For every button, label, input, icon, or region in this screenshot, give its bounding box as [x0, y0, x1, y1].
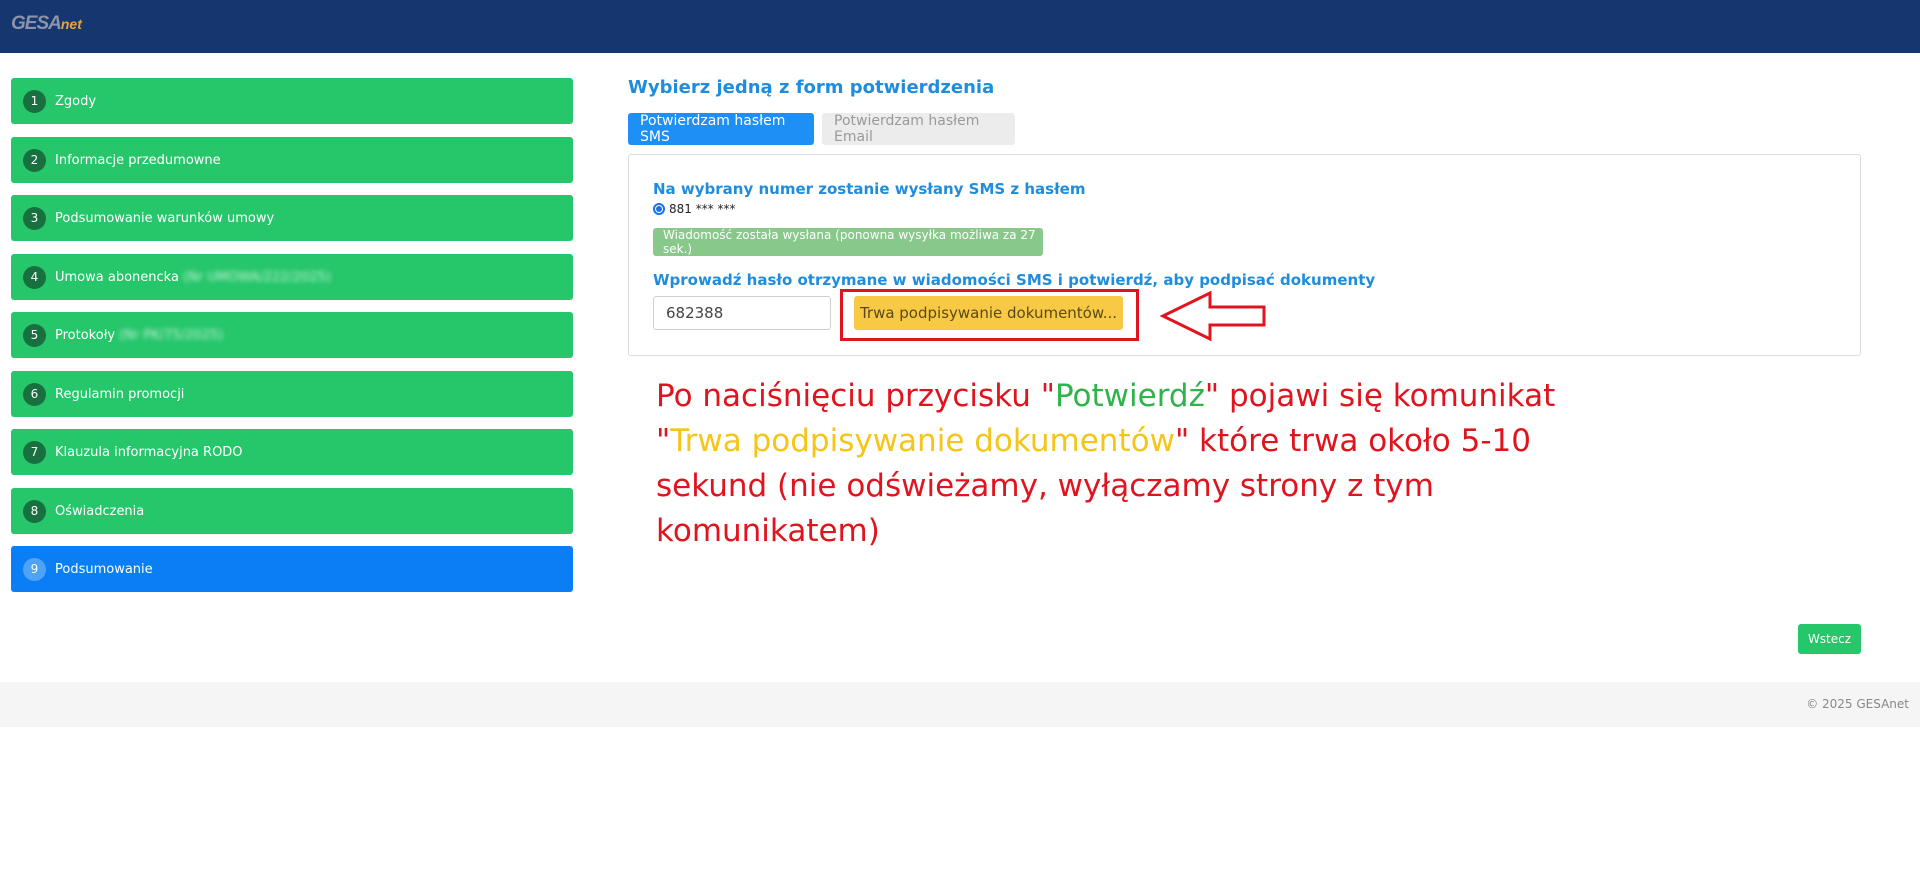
top-navbar: GESAnet — [0, 0, 1920, 53]
step-number: 9 — [23, 557, 46, 581]
annotation-signing-word: Trwa podpisywanie dokumentów — [670, 423, 1175, 459]
step-label: Umowa abonencka — [55, 269, 179, 285]
sms-sent-badge: Wiadomość została wysłana (ponowna wysył… — [653, 228, 1043, 256]
step-label: Regulamin promocji — [55, 386, 185, 402]
annotation-arrow-icon — [1160, 290, 1266, 342]
radio-selected-icon[interactable] — [653, 203, 665, 215]
tab-sms-confirm[interactable]: Potwierdzam hasłem SMS — [628, 113, 814, 145]
annotation-confirm-word: Potwierdź — [1054, 378, 1205, 414]
logo-suffix-text: net — [60, 16, 82, 32]
step-label: Zgody — [55, 93, 97, 109]
logo-main-text: GESA — [11, 13, 62, 34]
protocol-number-blurred: (Nr PK/75/2025) — [119, 327, 224, 343]
step-klauzula-rodo[interactable]: 7 Klauzula informacyjna RODO — [11, 429, 573, 475]
step-label: Podsumowanie warunków umowy — [55, 210, 275, 226]
step-number: 4 — [23, 265, 46, 289]
highlight-box — [840, 289, 1139, 341]
copyright-text: © 2025 GESAnet — [1806, 697, 1909, 711]
step-label: Informacje przedumowne — [55, 152, 221, 168]
step-oswiadczenia[interactable]: 8 Oświadczenia — [11, 488, 573, 534]
code-label: Wprowadź hasło otrzymane w wiadomości SM… — [653, 271, 1376, 289]
annotation-part1: Po naciśnięciu przycisku " — [656, 378, 1055, 414]
step-number: 6 — [23, 382, 46, 406]
step-informacje-przedumowne[interactable]: 2 Informacje przedumowne — [11, 137, 573, 183]
annotation-text: Po naciśnięciu przycisku "Potwierdź" poj… — [656, 374, 1556, 554]
step-label: Protokoły — [55, 327, 116, 343]
back-button[interactable]: Wstecz — [1798, 624, 1861, 654]
step-protokoly[interactable]: 5 Protokoły (Nr PK/75/2025) — [11, 312, 573, 358]
step-number: 5 — [23, 323, 46, 347]
sms-info-label: Na wybrany numer zostanie wysłany SMS z … — [653, 180, 1086, 198]
phone-number: 881 *** *** — [669, 202, 736, 216]
sms-code-input[interactable] — [653, 296, 831, 330]
step-number: 1 — [23, 89, 46, 113]
step-zgody[interactable]: 1 Zgody — [11, 78, 573, 124]
step-regulamin-promocji[interactable]: 6 Regulamin promocji — [11, 371, 573, 417]
step-number: 2 — [23, 148, 46, 172]
page-title: Wybierz jedną z form potwierdzenia — [628, 77, 995, 98]
tab-email-confirm[interactable]: Potwierdzam hasłem Email — [822, 113, 1015, 145]
phone-option[interactable]: 881 *** *** — [653, 202, 736, 216]
footer: © 2025 GESAnet — [0, 682, 1920, 727]
step-number: 7 — [23, 440, 46, 464]
step-number: 8 — [23, 499, 46, 523]
gesanet-logo[interactable]: GESAnet — [11, 13, 82, 35]
contract-number-blurred: (Nr UMOWA/222/2025) — [182, 269, 331, 285]
step-label: Klauzula informacyjna RODO — [55, 444, 243, 460]
step-label: Podsumowanie — [55, 561, 153, 577]
step-number: 3 — [23, 206, 46, 230]
step-podsumowanie-warunkow[interactable]: 3 Podsumowanie warunków umowy — [11, 195, 573, 241]
step-umowa-abonencka[interactable]: 4 Umowa abonencka (Nr UMOWA/222/2025) — [11, 254, 573, 300]
step-label: Oświadczenia — [55, 503, 145, 519]
step-podsumowanie[interactable]: 9 Podsumowanie — [11, 546, 573, 592]
